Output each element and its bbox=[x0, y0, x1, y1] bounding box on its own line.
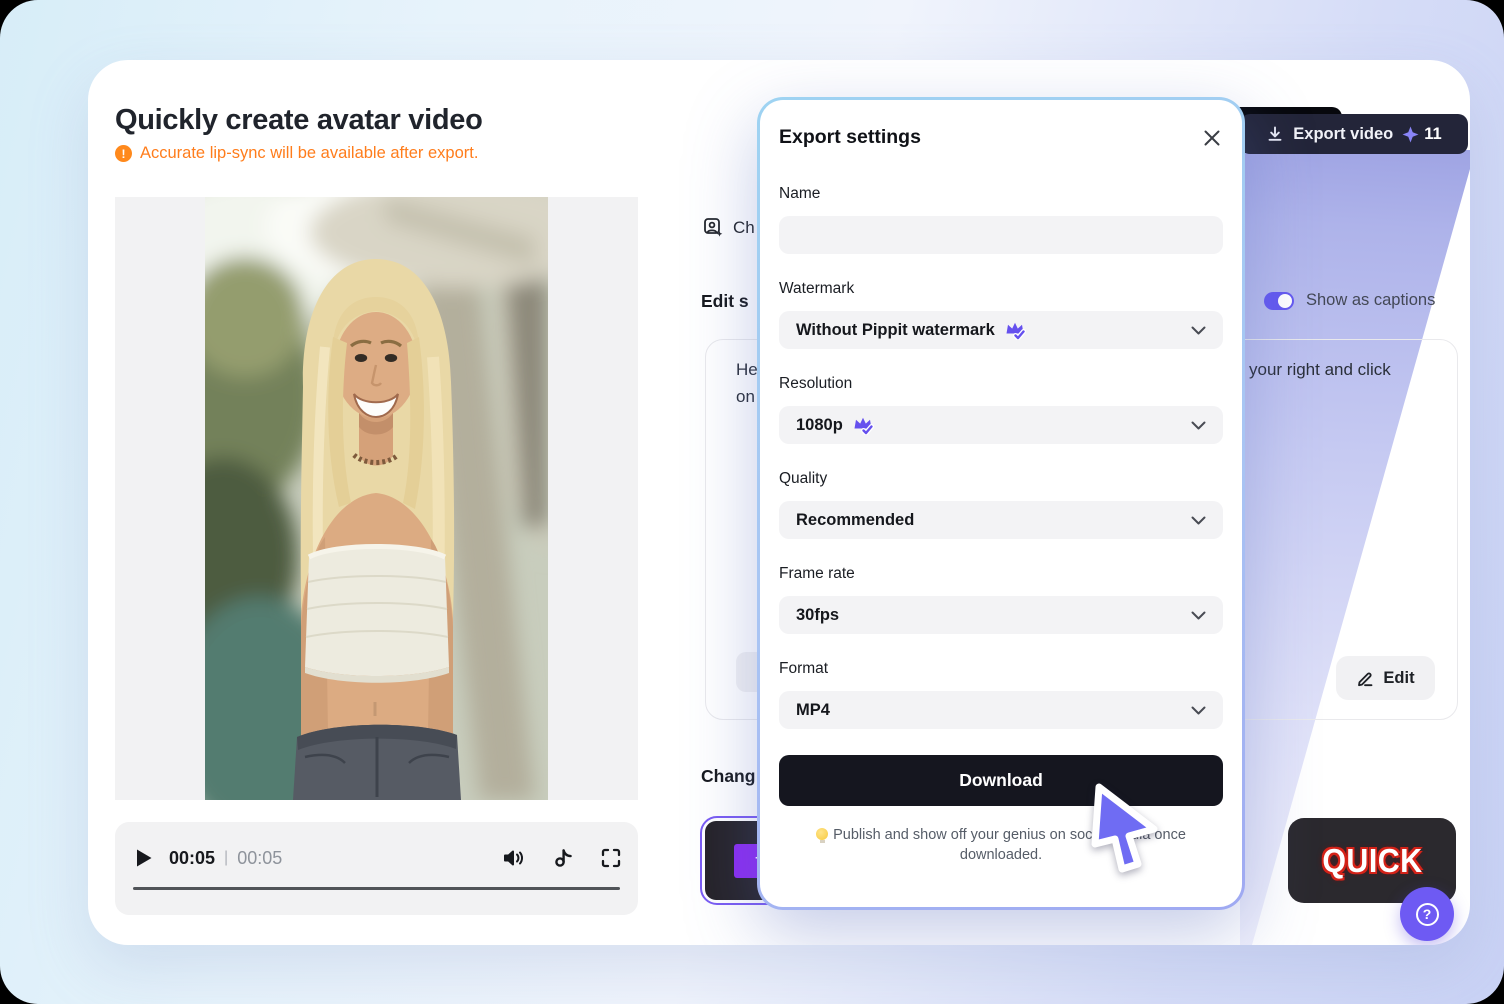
modal-title: Export settings bbox=[779, 126, 921, 149]
avatar-photo bbox=[205, 197, 548, 800]
lip-sync-warning: ! Accurate lip-sync will be available af… bbox=[115, 144, 478, 163]
frame-rate-label: Frame rate bbox=[779, 565, 1223, 583]
warning-icon: ! bbox=[115, 145, 132, 162]
change-avatar-label: Ch bbox=[733, 218, 755, 238]
change-avatar-item[interactable]: Ch bbox=[703, 217, 755, 238]
quality-label: Quality bbox=[779, 470, 1223, 488]
volume-icon[interactable] bbox=[502, 847, 526, 869]
question-icon: ? bbox=[1416, 903, 1439, 926]
fullscreen-icon[interactable] bbox=[600, 847, 622, 869]
edit-script-heading: Edit s bbox=[701, 291, 749, 312]
chevron-down-icon bbox=[1191, 326, 1206, 335]
quality-select[interactable]: Recommended bbox=[779, 501, 1223, 539]
export-settings-modal: Export settings Name Watermark Without P… bbox=[757, 97, 1245, 910]
script-text-fragment: on bbox=[736, 387, 755, 407]
current-time: 00:05 bbox=[169, 848, 215, 869]
resolution-value: 1080p bbox=[796, 416, 843, 435]
credit-count: 11 bbox=[1424, 125, 1441, 144]
watermark-select[interactable]: Without Pippit watermark bbox=[779, 311, 1223, 349]
time-separator: | bbox=[224, 849, 228, 867]
resolution-label: Resolution bbox=[779, 375, 1223, 393]
total-time: 00:05 bbox=[237, 848, 282, 869]
export-video-label: Export video bbox=[1293, 125, 1393, 144]
play-icon[interactable] bbox=[135, 848, 153, 868]
chevron-down-icon bbox=[1191, 421, 1206, 430]
close-icon[interactable] bbox=[1201, 127, 1223, 149]
format-select[interactable]: MP4 bbox=[779, 691, 1223, 729]
format-value: MP4 bbox=[796, 701, 830, 720]
show-as-captions-toggle[interactable] bbox=[1264, 292, 1294, 310]
tiktok-icon[interactable] bbox=[552, 847, 574, 869]
chevron-down-icon bbox=[1191, 706, 1206, 715]
video-progress[interactable] bbox=[133, 887, 620, 891]
premium-crown-icon bbox=[852, 415, 874, 435]
name-label: Name bbox=[779, 185, 1223, 203]
show-as-captions-label: Show as captions bbox=[1306, 291, 1435, 310]
quick-template-label: QUICK bbox=[1322, 842, 1422, 880]
watermark-value: Without Pippit watermark bbox=[796, 321, 995, 340]
warning-text: Accurate lip-sync will be available afte… bbox=[140, 144, 478, 163]
frame-rate-select[interactable]: 30fps bbox=[779, 596, 1223, 634]
avatar-swap-icon bbox=[703, 217, 724, 238]
quality-value: Recommended bbox=[796, 511, 914, 530]
sparkle-credit-icon bbox=[1402, 126, 1419, 143]
frame-rate-value: 30fps bbox=[796, 606, 839, 625]
name-input[interactable] bbox=[779, 216, 1223, 254]
lightbulb-icon bbox=[816, 828, 828, 840]
download-icon bbox=[1266, 125, 1284, 143]
watermark-label: Watermark bbox=[779, 280, 1223, 298]
script-text-fragment: He bbox=[736, 360, 758, 380]
video-preview[interactable] bbox=[115, 197, 638, 800]
help-button[interactable]: ? bbox=[1400, 887, 1454, 941]
resolution-select[interactable]: 1080p bbox=[779, 406, 1223, 444]
pencil-icon bbox=[1356, 669, 1375, 688]
format-label: Format bbox=[779, 660, 1223, 678]
chevron-down-icon bbox=[1191, 516, 1206, 525]
script-text-fragment: your right and click bbox=[1249, 360, 1391, 380]
main-card: Quickly create avatar video ! Accurate l… bbox=[88, 60, 1470, 945]
chevron-down-icon bbox=[1191, 611, 1206, 620]
video-player-bar: 00:05 | 00:05 bbox=[115, 822, 638, 915]
edit-script-button[interactable]: Edit bbox=[1336, 656, 1435, 700]
toggle-knob bbox=[1278, 294, 1292, 308]
page-background: Quickly create avatar video ! Accurate l… bbox=[0, 0, 1504, 1004]
page-title: Quickly create avatar video bbox=[115, 104, 483, 137]
edit-button-label: Edit bbox=[1383, 669, 1414, 688]
premium-crown-icon bbox=[1004, 320, 1026, 340]
export-video-button[interactable]: Export video 11 bbox=[1240, 114, 1468, 154]
download-button-label: Download bbox=[959, 770, 1043, 791]
change-template-heading: Chang bbox=[701, 766, 755, 787]
mouse-cursor bbox=[1088, 780, 1166, 883]
